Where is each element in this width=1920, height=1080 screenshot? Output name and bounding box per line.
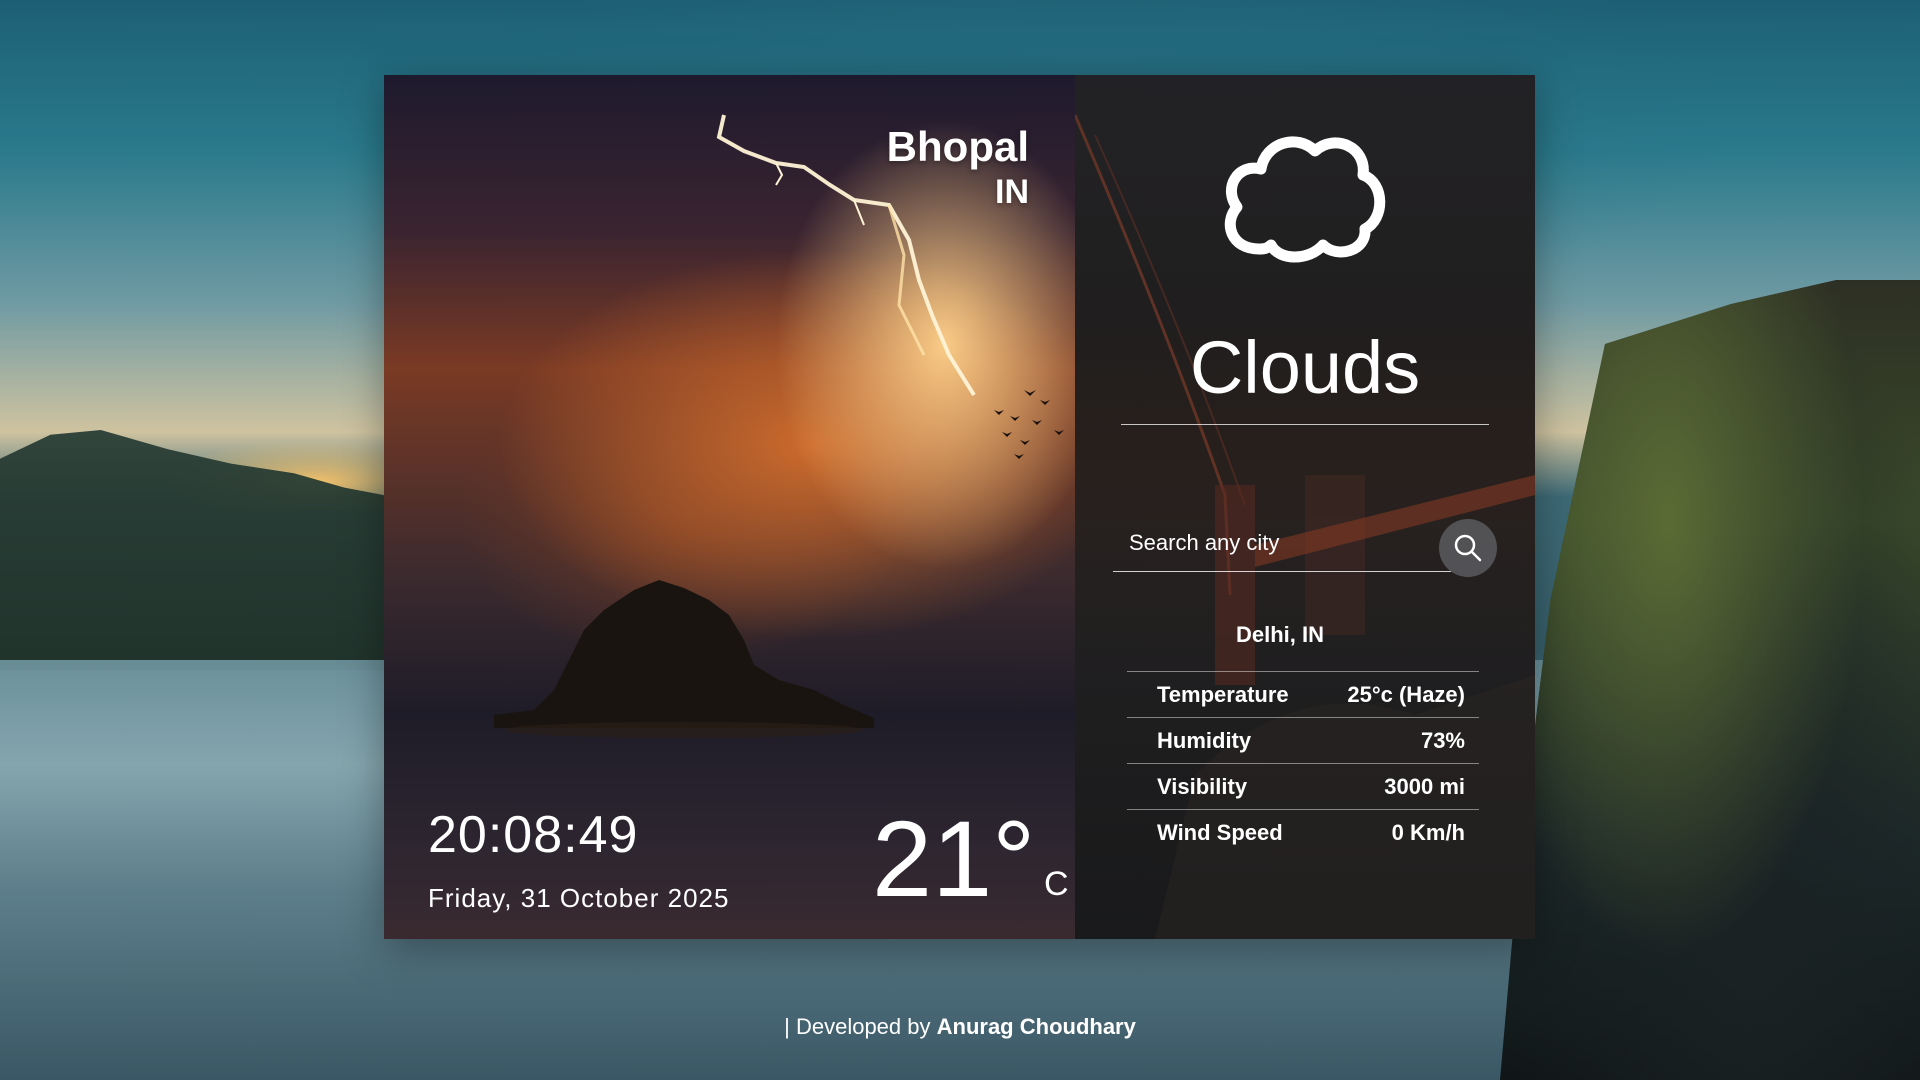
birds-illustration — [994, 390, 1064, 459]
stat-value: 3000 mi — [1384, 773, 1465, 799]
weather-details-panel: Clouds Delhi, IN Temperature 25°c (Haze)… — [1075, 75, 1535, 939]
city-name: Bhopal — [886, 123, 1029, 170]
weather-card: Bhopal IN 20:08:49 Friday, 31 October 20… — [384, 75, 1535, 939]
search-icon — [1454, 534, 1482, 562]
current-time: 20:08:49 — [428, 806, 639, 864]
stat-row-visibility: Visibility 3000 mi — [1127, 763, 1479, 809]
stat-value: 25°c (Haze) — [1347, 681, 1465, 707]
stat-label: Visibility — [1157, 773, 1248, 799]
stat-label: Wind Speed — [1157, 819, 1283, 845]
divider — [1121, 424, 1489, 425]
cloud-icon — [1224, 136, 1386, 263]
search-bar — [1113, 515, 1451, 575]
stat-row-wind-speed: Wind Speed 0 Km/h — [1127, 809, 1479, 855]
stat-label: Temperature — [1157, 681, 1289, 707]
stat-value: 73% — [1420, 727, 1465, 753]
footer-credit: | Developed by Anurag Choudhary — [0, 1014, 1920, 1040]
search-button[interactable] — [1439, 519, 1497, 577]
stat-row-temperature: Temperature 25°c (Haze) — [1127, 671, 1479, 717]
temperature-unit: C — [1044, 865, 1069, 903]
weather-condition: Clouds — [1189, 326, 1421, 409]
weather-stats-list: Temperature 25°c (Haze) Humidity 73% Vis… — [1127, 671, 1479, 855]
stat-label: Humidity — [1157, 727, 1252, 753]
current-temperature: 21° — [872, 798, 1036, 919]
stat-value: 0 Km/h — [1391, 819, 1465, 845]
country-code: IN — [995, 173, 1029, 211]
stat-row-humidity: Humidity 73% — [1127, 717, 1479, 763]
current-date: Friday, 31 October 2025 — [428, 883, 730, 913]
footer-prefix: | Developed by — [784, 1014, 937, 1039]
island-silhouette — [494, 580, 874, 738]
current-location-panel: Bhopal IN 20:08:49 Friday, 31 October 20… — [384, 75, 1075, 939]
search-result-location: Delhi, IN — [1235, 622, 1324, 647]
background-rocks — [1500, 280, 1920, 1080]
footer-author: Anurag Choudhary — [936, 1014, 1136, 1039]
city-search-input[interactable] — [1113, 515, 1451, 572]
